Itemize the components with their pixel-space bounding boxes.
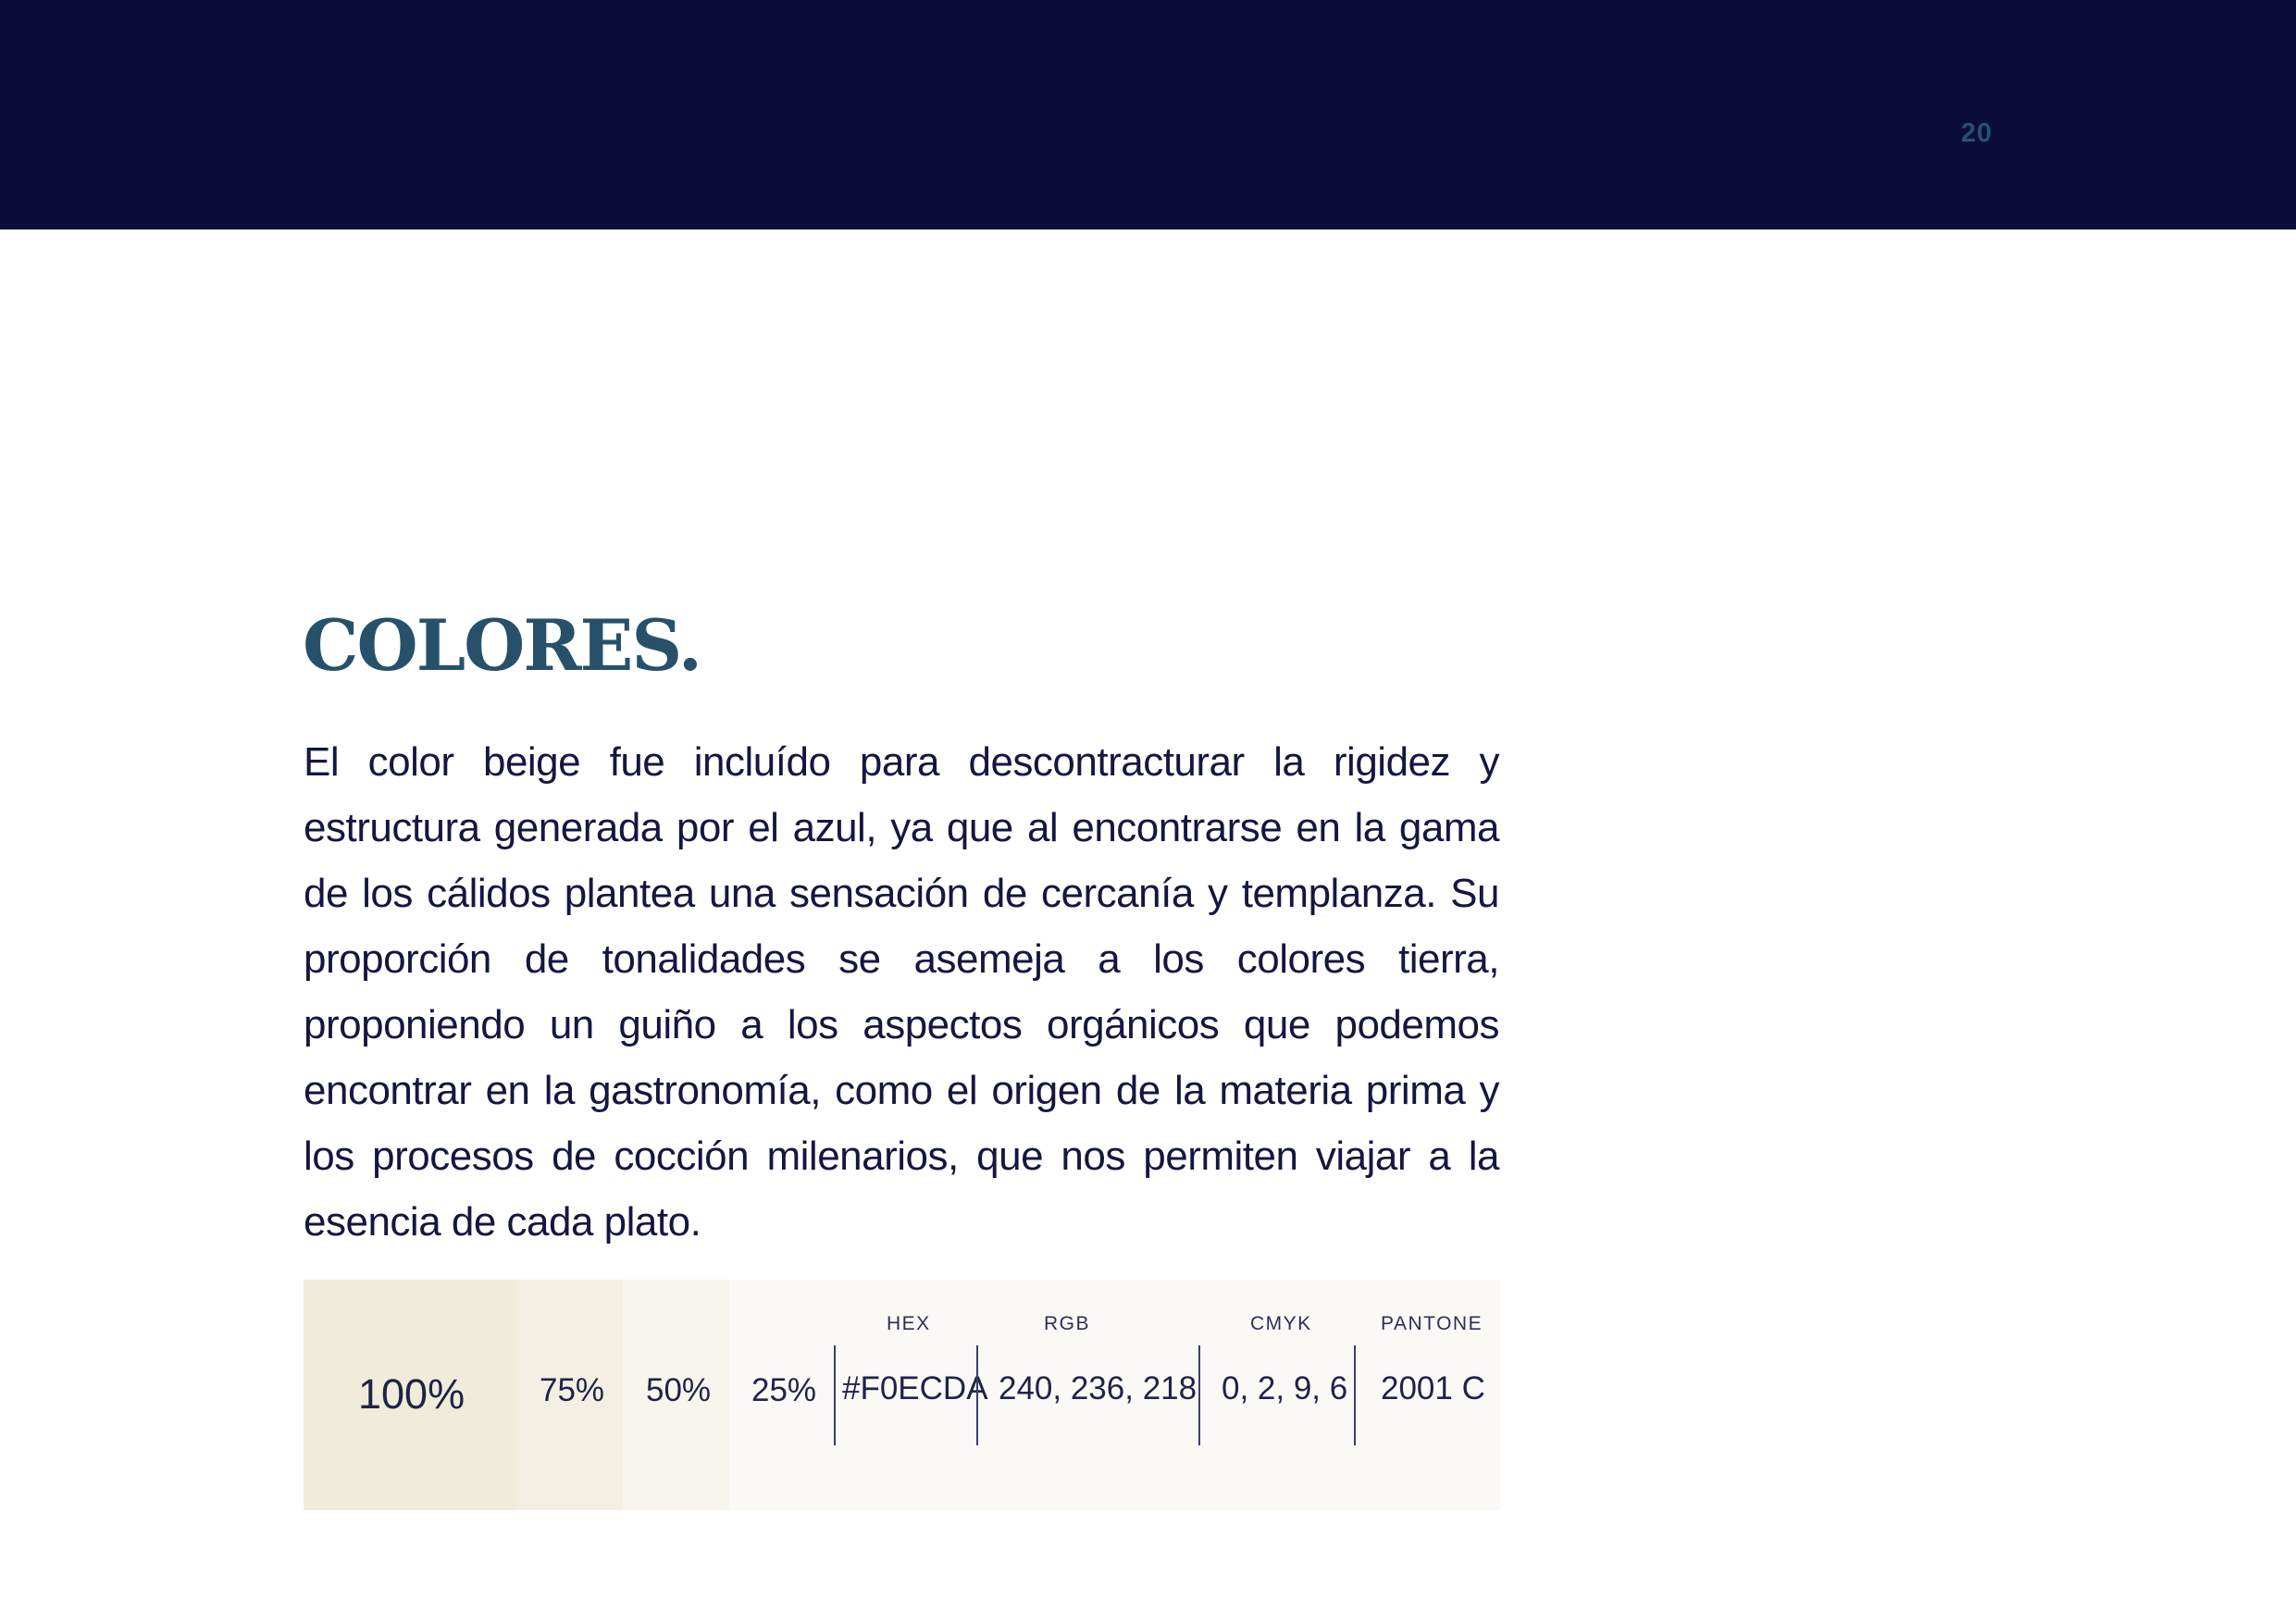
page-number: 20 xyxy=(1960,118,1993,148)
rgb-heading: RGB xyxy=(1044,1313,1091,1334)
divider-cmyk xyxy=(1198,1345,1200,1445)
divider-rgb xyxy=(976,1345,978,1445)
hex-heading: HEX xyxy=(887,1313,931,1334)
pantone-value: 2001 C xyxy=(1381,1370,1485,1406)
cmyk-heading: CMYK xyxy=(1250,1313,1312,1334)
tint-label-25: 25% xyxy=(751,1372,817,1408)
tint-label-50: 50% xyxy=(646,1372,712,1408)
color-swatch-panel: 100% 75% 50% 25% HEX #F0ECDA RGB 240, 23… xyxy=(304,1280,1500,1510)
cmyk-value: 0, 2, 9, 6 xyxy=(1222,1370,1348,1406)
page-title: COLORES. xyxy=(303,604,702,687)
body-paragraph: El color beige fue incluído para descont… xyxy=(304,739,1500,1245)
rgb-value: 240, 236, 218 xyxy=(999,1370,1198,1406)
divider-pantone xyxy=(1354,1345,1356,1445)
header-band: 20 xyxy=(0,0,2296,229)
tint-label-100: 100% xyxy=(358,1370,465,1418)
pantone-heading: PANTONE xyxy=(1381,1313,1483,1334)
hex-value: #F0ECDA xyxy=(842,1370,988,1406)
tint-label-75: 75% xyxy=(540,1372,605,1408)
divider-hex xyxy=(834,1345,836,1445)
